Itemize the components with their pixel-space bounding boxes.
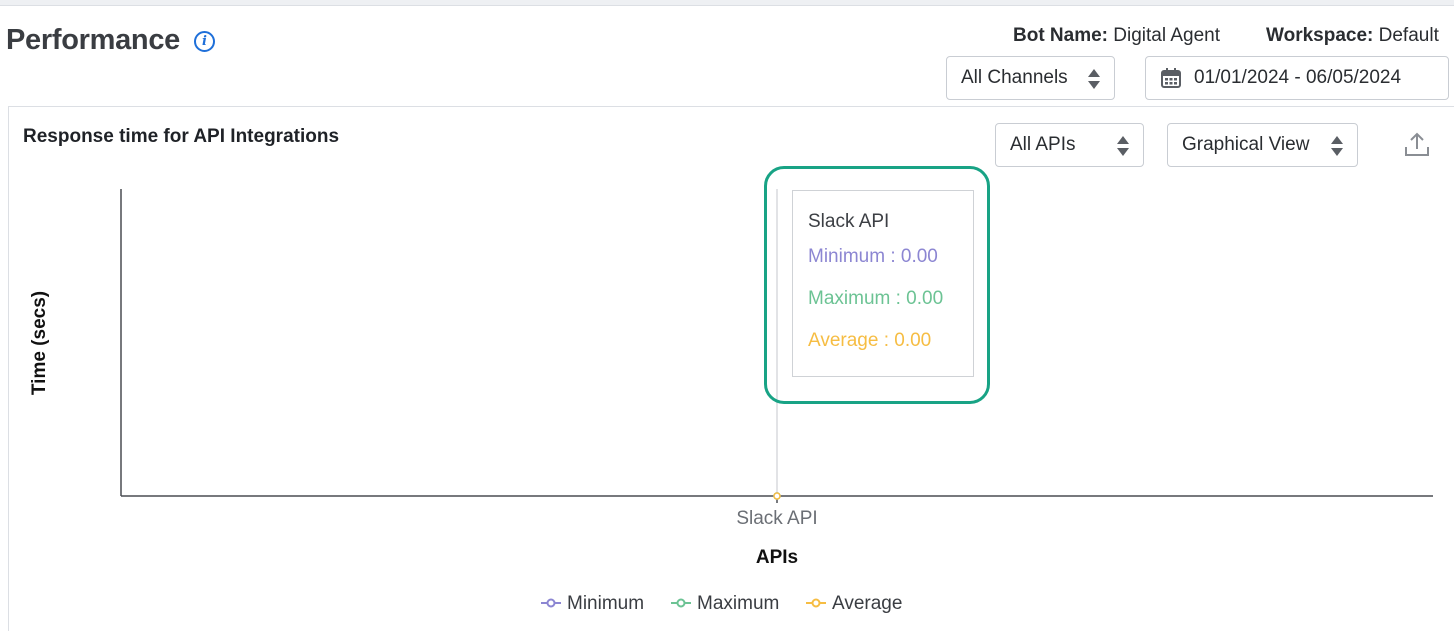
legend-label: Minimum — [567, 593, 644, 614]
legend-marker — [676, 598, 686, 608]
data-point-average[interactable] — [773, 492, 781, 500]
x-ticks: Slack API — [736, 496, 818, 529]
tooltip-maximum: Maximum : 0.00 — [808, 288, 944, 309]
y-axis-label: Time (secs) — [29, 291, 50, 395]
legend-marker — [811, 598, 821, 608]
legend: Minimum Maximum Average — [541, 593, 902, 614]
legend-item-average[interactable]: Average — [806, 593, 902, 614]
legend-marker — [546, 598, 556, 608]
response-time-chart: Slack API Time (secs) APIs Minimum Maximu… — [29, 189, 1433, 614]
tooltip-title: Slack API — [808, 211, 890, 232]
tooltip-minimum: Minimum : 0.00 — [808, 246, 938, 267]
legend-item-maximum[interactable]: Maximum — [671, 593, 779, 614]
tooltip-average: Average : 0.00 — [808, 330, 932, 351]
legend-label: Average — [832, 593, 902, 614]
chart-tooltip: Slack API Minimum : 0.00 Maximum : 0.00 … — [792, 190, 974, 377]
x-axis-label: APIs — [756, 547, 798, 568]
x-tick-label: Slack API — [736, 508, 817, 529]
legend-item-minimum[interactable]: Minimum — [541, 593, 644, 614]
data-points — [773, 492, 781, 500]
legend-label: Maximum — [697, 593, 779, 614]
